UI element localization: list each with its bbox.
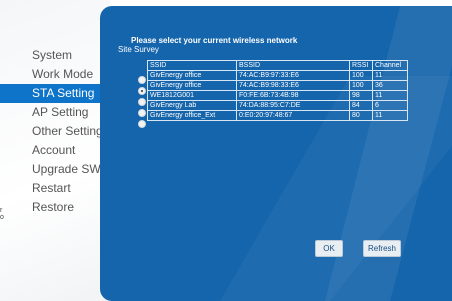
column-header-channel: Channel (372, 60, 408, 71)
network-radio-1[interactable] (138, 76, 146, 84)
cell-rssi: 98 (349, 90, 373, 101)
site-survey-label: Site Survey (118, 45, 159, 54)
cell-rssi: 100 (349, 80, 373, 91)
sta-setting-panel: Please select your current wireless netw… (100, 6, 452, 301)
table-row[interactable]: GivEnergy office 74:AC:B9:98:33:E6 100 3… (147, 80, 408, 91)
cell-ssid: WE1812G001 (147, 90, 237, 101)
ok-button[interactable]: OK (315, 240, 343, 257)
cell-rssi: 84 (349, 100, 373, 111)
cell-rssi: 100 (349, 70, 373, 81)
cell-ssid: GivEnergy Lab (147, 100, 237, 111)
cell-ssid: GivEnergy office (147, 70, 237, 81)
network-radio-2[interactable] (138, 87, 146, 95)
column-header-ssid: SSID (147, 60, 237, 71)
refresh-button[interactable]: Refresh (363, 240, 401, 257)
table-header-row: SSID BSSID RSSI Channel (147, 60, 408, 71)
cell-rssi: 80 (349, 110, 373, 121)
column-header-bssid: BSSID (236, 60, 350, 71)
cell-ssid: GivEnergy office (147, 80, 237, 91)
network-radio-5[interactable] (138, 120, 146, 128)
network-radio-4[interactable] (138, 109, 146, 117)
cell-bssid: F0:FE:6B:73:4B:98 (236, 90, 350, 101)
cell-channel: 11 (372, 90, 408, 101)
network-radio-3[interactable] (138, 98, 146, 106)
cell-channel: 11 (372, 70, 408, 81)
cell-bssid: 74:AC:B9:98:33:E6 (236, 80, 350, 91)
cell-channel: 6 (372, 100, 408, 111)
page-title: Please select your current wireless netw… (131, 36, 298, 45)
cell-bssid: 74:AC:B9:97:33:E6 (236, 70, 350, 81)
table-row[interactable]: GivEnergy office_Ext 0:E0:20:97:48:67 80… (147, 110, 408, 121)
cell-bssid: 0:E0:20:97:48:67 (236, 110, 350, 121)
cell-channel: 36 (372, 80, 408, 91)
table-row[interactable]: WE1812G001 F0:FE:6B:73:4B:98 98 11 (147, 90, 408, 101)
cell-channel: 11 (372, 110, 408, 121)
cell-ssid: GivEnergy office_Ext (147, 110, 237, 121)
cell-bssid: 74:DA:88:95:C7:DE (236, 100, 350, 111)
column-header-rssi: RSSI (349, 60, 373, 71)
table-row[interactable]: GivEnergy Lab 74:DA:88:95:C7:DE 84 6 (147, 100, 408, 111)
table-row[interactable]: GivEnergy office 74:AC:B9:97:33:E6 100 1… (147, 70, 408, 81)
site-survey-table: SSID BSSID RSSI Channel GivEnergy office… (147, 60, 408, 121)
